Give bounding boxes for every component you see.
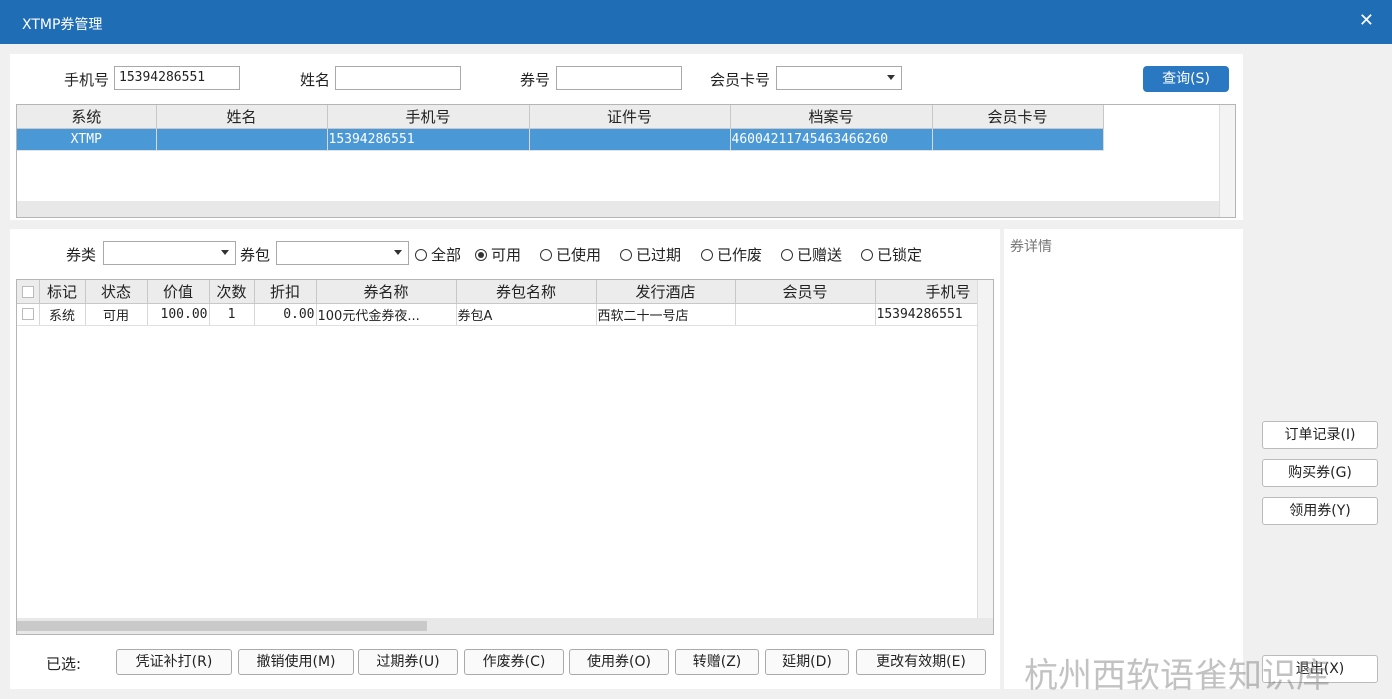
order-record-button[interactable]: 订单记录(I): [1262, 421, 1378, 449]
chevron-down-icon: [221, 250, 229, 255]
buy-coupon-button[interactable]: 购买券(G): [1262, 459, 1378, 487]
receive-coupon-button[interactable]: 领用券(Y): [1262, 497, 1378, 525]
watermark: 杭州西软语雀知识库: [1024, 656, 1330, 696]
selected-label: 已选:: [46, 655, 82, 673]
coupon-no-input[interactable]: [556, 66, 682, 90]
coupon-hscroll[interactable]: [17, 618, 993, 634]
radio-checked-icon: [475, 248, 487, 261]
type-select[interactable]: [103, 241, 236, 265]
col-phone[interactable]: 手机号: [875, 280, 978, 304]
radio-used[interactable]: 已使用: [540, 244, 601, 265]
checkbox-icon[interactable]: [21, 285, 34, 298]
title-bar: XTMP券管理 ✕: [0, 0, 1392, 44]
window-title: XTMP券管理: [22, 17, 103, 33]
name-input[interactable]: [335, 66, 461, 90]
reprint-voucher-button[interactable]: 凭证补打(R): [116, 649, 232, 675]
cancel-use-button[interactable]: 撤销使用(M): [238, 649, 354, 675]
cell-package-name: 券包A: [456, 303, 597, 326]
close-icon[interactable]: ✕: [1359, 10, 1374, 31]
member-vscroll[interactable]: [1219, 105, 1235, 217]
col-coupon-name[interactable]: 券名称: [316, 280, 457, 304]
phone-label: 手机号: [64, 71, 110, 89]
radio-circle-icon: [415, 248, 427, 261]
table-row[interactable]: 系统 可用 100.00 1 0.00 100元代金券夜... 券包A 西软二十…: [17, 303, 978, 326]
table-row[interactable]: XTMP 15394286551 46004211745463466260: [17, 128, 1104, 151]
cell-file-no: 46004211745463466260: [730, 128, 933, 151]
radio-all[interactable]: 全部: [415, 244, 461, 265]
cell-value: 100.00: [147, 303, 210, 326]
coupon-panel: 券类 券包 全部 可用 已使用 已过期 已作废 已赠送 已锁定 标记 状态 价值…: [10, 229, 1000, 689]
radio-circle-icon: [540, 248, 552, 261]
col-file-no[interactable]: 档案号: [730, 105, 933, 129]
radio-locked[interactable]: 已锁定: [861, 244, 922, 265]
cell-discount: 0.00: [254, 303, 317, 326]
col-id-no[interactable]: 证件号: [529, 105, 731, 129]
search-panel: 手机号 15394286551 姓名 券号 会员卡号 查询(S) 系统 姓名 手…: [10, 54, 1243, 220]
col-phone[interactable]: 手机号: [327, 105, 530, 129]
col-value[interactable]: 价值: [147, 280, 210, 304]
col-hotel[interactable]: 发行酒店: [596, 280, 736, 304]
member-card-label: 会员卡号: [710, 71, 771, 89]
col-select-all[interactable]: [17, 280, 40, 304]
chevron-down-icon: [887, 75, 895, 80]
chevron-down-icon: [394, 250, 402, 255]
transfer-button[interactable]: 转赠(Z): [675, 649, 759, 675]
cell-member-no: [735, 303, 876, 326]
detail-panel: 券详情: [1004, 229, 1243, 689]
radio-voided[interactable]: 已作废: [701, 244, 762, 265]
cell-status: 可用: [85, 303, 148, 326]
checkbox-icon[interactable]: [21, 308, 34, 320]
cell-coupon-name: 100元代金券夜...: [316, 303, 457, 326]
coupon-grid: 标记 状态 价值 次数 折扣 券名称 券包名称 发行酒店 会员号 手机号 系统 …: [16, 279, 994, 635]
change-validity-button[interactable]: 更改有效期(E): [856, 649, 986, 675]
cell-phone: 15394286551: [327, 128, 530, 151]
package-label: 券包: [240, 246, 271, 264]
cell-card-no: [932, 128, 1104, 151]
cell-checkbox[interactable]: [17, 303, 40, 326]
cell-mark: 系统: [39, 303, 86, 326]
member-card-select[interactable]: [776, 66, 902, 90]
col-times[interactable]: 次数: [209, 280, 255, 304]
radio-gifted[interactable]: 已赠送: [781, 244, 842, 265]
type-label: 券类: [66, 246, 97, 264]
col-status[interactable]: 状态: [85, 280, 148, 304]
coupon-no-label: 券号: [520, 71, 551, 89]
query-button[interactable]: 查询(S): [1143, 66, 1229, 92]
radio-available[interactable]: 可用: [475, 244, 521, 265]
extend-button[interactable]: 延期(D): [765, 649, 849, 675]
package-select[interactable]: [276, 241, 409, 265]
member-hscroll[interactable]: [17, 201, 1219, 217]
member-table-header: 系统 姓名 手机号 证件号 档案号 会员卡号: [17, 105, 1104, 129]
col-member-no[interactable]: 会员号: [735, 280, 876, 304]
cell-id-no: [529, 128, 731, 151]
cell-phone: 15394286551: [875, 303, 978, 326]
radio-circle-icon: [620, 248, 632, 261]
scroll-thumb[interactable]: [17, 621, 427, 631]
col-package-name[interactable]: 券包名称: [456, 280, 597, 304]
member-table: 系统 姓名 手机号 证件号 档案号 会员卡号 XTMP 15394286551 …: [17, 105, 1104, 151]
radio-expired[interactable]: 已过期: [620, 244, 681, 265]
coupon-vscroll[interactable]: [977, 280, 993, 618]
radio-circle-icon: [701, 248, 713, 261]
col-mark[interactable]: 标记: [39, 280, 86, 304]
phone-input[interactable]: 15394286551: [114, 66, 240, 90]
member-grid: 系统 姓名 手机号 证件号 档案号 会员卡号 XTMP 15394286551 …: [16, 104, 1236, 218]
col-name[interactable]: 姓名: [156, 105, 328, 129]
coupon-table-header: 标记 状态 价值 次数 折扣 券名称 券包名称 发行酒店 会员号 手机号: [17, 280, 978, 304]
cell-name: [156, 128, 328, 151]
col-system[interactable]: 系统: [17, 105, 157, 129]
radio-circle-icon: [861, 248, 873, 261]
detail-label: 券详情: [1010, 239, 1052, 255]
name-label: 姓名: [300, 71, 331, 89]
col-discount[interactable]: 折扣: [254, 280, 317, 304]
col-card-no[interactable]: 会员卡号: [932, 105, 1104, 129]
cell-hotel: 西软二十一号店: [596, 303, 736, 326]
radio-circle-icon: [781, 248, 793, 261]
use-coupon-button[interactable]: 使用券(O): [569, 649, 669, 675]
cell-system: XTMP: [17, 128, 157, 151]
cell-times: 1: [209, 303, 255, 326]
expire-coupon-button[interactable]: 过期券(U): [358, 649, 458, 675]
coupon-table: 标记 状态 价值 次数 折扣 券名称 券包名称 发行酒店 会员号 手机号 系统 …: [17, 280, 978, 326]
void-coupon-button[interactable]: 作废券(C): [464, 649, 564, 675]
